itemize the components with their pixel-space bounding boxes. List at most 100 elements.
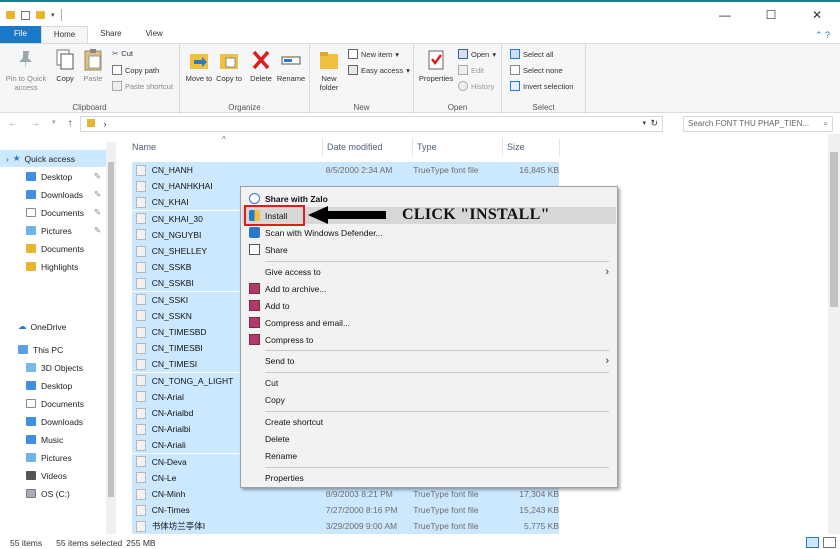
address-box[interactable]: › ▾ ↻ <box>80 116 663 132</box>
pictures-icon <box>26 226 36 235</box>
tab-share[interactable]: Share <box>88 26 133 44</box>
nav-qa-documents[interactable]: Documents ✎ <box>26 204 101 221</box>
minimize-button[interactable]: — <box>702 4 748 26</box>
cut-label: Cut <box>121 49 133 58</box>
pointer-arrow-icon <box>308 206 386 224</box>
column-header-size[interactable]: Size <box>507 142 525 152</box>
nav-label: 3D Objects <box>41 362 84 373</box>
column-header-date[interactable]: Date modified <box>327 142 383 152</box>
nav-qa-pictures[interactable]: Pictures ✎ <box>26 222 101 239</box>
paste-button[interactable]: Paste <box>78 48 108 83</box>
refresh-icon[interactable]: ↻ <box>650 118 658 129</box>
nav-pc-downloads[interactable]: Downloads <box>26 413 83 430</box>
tab-view[interactable]: View <box>134 26 175 44</box>
pin-label: Pin to Quick access <box>5 74 47 92</box>
menu-compress-email[interactable]: Compress and email... <box>241 314 617 331</box>
copy-path-button[interactable]: Copy path <box>112 65 159 75</box>
select-none-button[interactable]: Select none <box>510 65 563 75</box>
qat-dropdown-icon[interactable]: ▾ <box>51 11 55 19</box>
address-dropdown-icon[interactable]: ▾ <box>642 119 646 127</box>
history-button[interactable]: History <box>458 81 494 91</box>
nav-this-pc[interactable]: This PC <box>18 341 63 358</box>
nav-pc-pictures[interactable]: Pictures <box>26 449 72 466</box>
file-date: 3/29/2009 9:00 AM <box>325 521 398 532</box>
font-file-icon <box>136 504 146 516</box>
nav-qa-documents-folder[interactable]: Documents <box>26 240 84 257</box>
file-list-scrollbar-thumb[interactable] <box>830 152 838 307</box>
column-divider[interactable] <box>412 138 413 156</box>
column-divider[interactable] <box>559 138 560 156</box>
details-view-icon[interactable] <box>806 537 819 548</box>
search-icon: ⌕ <box>823 119 828 128</box>
zalo-icon <box>249 193 260 204</box>
ribbon-collapse-help-icon[interactable]: ⌃ ? <box>815 30 830 41</box>
new-folder-button[interactable]: New folder <box>314 48 344 92</box>
menu-create-shortcut[interactable]: Create shortcut <box>241 413 617 430</box>
menu-give-access[interactable]: Give access to › <box>241 263 617 280</box>
maximize-button[interactable]: ☐ <box>748 4 794 26</box>
back-arrow-icon[interactable]: ← <box>8 118 18 129</box>
nav-pc-videos[interactable]: Videos <box>26 467 67 484</box>
menu-add-to[interactable]: Add to <box>241 297 617 314</box>
search-input[interactable]: Search FONT THU PHAP_TIEN... ⌕ <box>683 116 833 132</box>
table-row[interactable]: 书体坊兰亭体I 3/29/2009 9:00 AM TrueType font fi… <box>132 518 559 535</box>
folder-icon <box>26 244 36 253</box>
cloud-icon: ☁ <box>18 321 27 331</box>
menu-cut[interactable]: Cut <box>241 374 617 391</box>
open-label: Open <box>471 49 490 59</box>
menu-rename[interactable]: Rename <box>241 447 617 464</box>
group-name-clipboard: Clipboard <box>72 103 107 112</box>
select-all-button[interactable]: Select all <box>510 49 553 59</box>
column-header-type[interactable]: Type <box>417 142 437 152</box>
menu-copy[interactable]: Copy <box>241 391 617 408</box>
menu-compress-to[interactable]: Compress to <box>241 331 617 348</box>
nav-qa-highlights[interactable]: Highlights <box>26 258 78 275</box>
nav-qa-downloads[interactable]: Downloads ✎ <box>26 186 101 203</box>
new-folder-icon[interactable] <box>36 11 45 19</box>
nav-onedrive[interactable]: ☁ OneDrive <box>18 318 66 335</box>
invert-selection-button[interactable]: Invert selection <box>510 81 573 91</box>
properties-icon[interactable] <box>21 10 30 20</box>
table-row[interactable]: CN_HANH 8/5/2000 2:34 AM TrueType font fil… <box>132 162 559 178</box>
up-arrow-icon[interactable]: ↑ <box>68 118 73 129</box>
paste-shortcut-button[interactable]: Paste shortcut <box>112 81 173 91</box>
delete-button[interactable]: Delete <box>246 48 276 83</box>
nav-pc-music[interactable]: Music <box>26 431 63 448</box>
copy-button[interactable]: Copy <box>50 48 80 83</box>
table-row[interactable]: CN-Times 7/27/2000 8:16 PM TrueType font f… <box>132 502 559 519</box>
tab-file[interactable]: File <box>0 26 41 44</box>
nav-pc-drive-c[interactable]: OS (C:) <box>26 485 70 502</box>
recent-locations-icon[interactable]: ▾ <box>52 118 56 129</box>
nav-quick-access[interactable]: › ★ Quick access <box>0 150 106 167</box>
edit-button[interactable]: Edit <box>458 65 484 75</box>
rename-button[interactable]: Rename <box>276 48 306 83</box>
nav-qa-desktop[interactable]: Desktop ✎ <box>26 168 101 185</box>
menu-scan-defender[interactable]: Scan with Windows Defender... <box>241 224 617 241</box>
large-icons-view-icon[interactable] <box>823 537 836 548</box>
move-to-button[interactable]: Move to <box>184 48 214 83</box>
pin-quick-access-button[interactable]: Pin to Quick access <box>4 48 48 92</box>
new-item-button[interactable]: New item ▾ <box>348 49 399 59</box>
column-header-name[interactable]: Name <box>132 142 156 152</box>
open-button[interactable]: Open ▾ <box>458 49 496 59</box>
menu-send-to[interactable]: Send to › <box>241 352 617 369</box>
column-divider[interactable] <box>502 138 503 156</box>
table-row[interactable]: CN-Minh 8/9/2003 8:21 PM TrueType font fil… <box>132 486 559 502</box>
nav-pc-documents[interactable]: Documents <box>26 395 84 412</box>
nav-pc-desktop[interactable]: Desktop <box>26 377 72 394</box>
properties-button[interactable]: Properties <box>418 48 454 83</box>
file-name: 书体坊兰亭体I <box>151 521 206 532</box>
easy-access-button[interactable]: Easy access ▾ <box>348 65 410 75</box>
menu-properties[interactable]: Properties <box>241 469 617 486</box>
menu-share[interactable]: Share <box>241 241 617 258</box>
menu-add-archive[interactable]: Add to archive... <box>241 280 617 297</box>
tab-home[interactable]: Home <box>40 26 89 44</box>
column-divider[interactable] <box>322 138 323 156</box>
copy-to-button[interactable]: Copy to <box>214 48 244 83</box>
cut-button[interactable]: ✂ Cut <box>112 49 133 58</box>
nav-pc-3d-objects[interactable]: 3D Objects <box>26 359 83 376</box>
forward-arrow-icon[interactable]: → <box>30 118 40 129</box>
nav-scrollbar-thumb[interactable] <box>108 162 114 497</box>
menu-delete[interactable]: Delete <box>241 430 617 447</box>
close-button[interactable]: ✕ <box>794 4 840 26</box>
